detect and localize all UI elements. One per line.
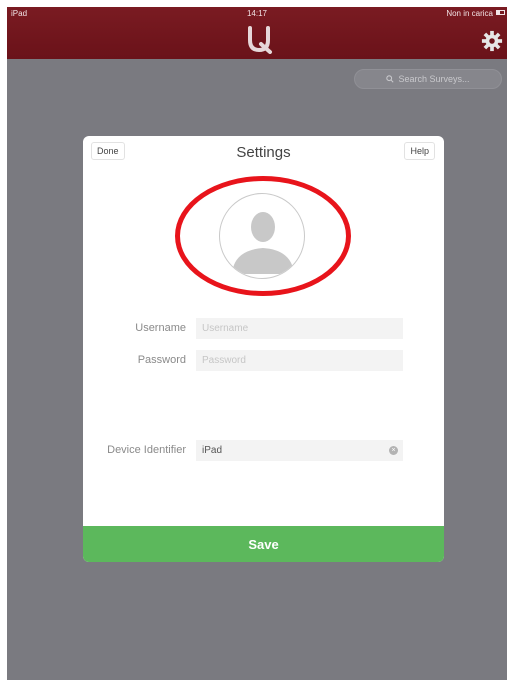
gear-icon[interactable] (481, 30, 503, 52)
search-placeholder: Search Surveys... (398, 74, 470, 84)
device-identifier-field[interactable]: iPad × (196, 440, 403, 461)
username-label: Username (135, 322, 186, 334)
password-placeholder: Password (202, 355, 246, 366)
save-button[interactable]: Save (83, 526, 444, 562)
app-screen: iPad 14:17 Non in carica Search Surveys.… (7, 7, 507, 680)
search-icon (386, 75, 395, 83)
battery-icon (496, 10, 505, 15)
settings-modal: Done Settings Help Username Username Pas… (83, 136, 444, 562)
status-time: 14:17 (246, 9, 268, 18)
modal-title: Settings (236, 144, 291, 161)
username-field[interactable]: Username (196, 318, 403, 339)
device-identifier-value: iPad (202, 445, 223, 456)
highlight-circle (175, 176, 351, 296)
status-battery-text: Non in carica (446, 9, 493, 18)
password-field[interactable]: Password (196, 350, 403, 371)
device-identifier-label: Device Identifier (107, 444, 186, 456)
logo-icon (248, 26, 272, 54)
password-label: Password (137, 354, 186, 366)
username-placeholder: Username (202, 323, 249, 334)
search-input[interactable]: Search Surveys... (354, 69, 502, 89)
clear-icon[interactable]: × (389, 446, 398, 455)
top-bar: iPad 14:17 Non in carica (7, 7, 507, 59)
help-button[interactable]: Help (404, 142, 435, 160)
